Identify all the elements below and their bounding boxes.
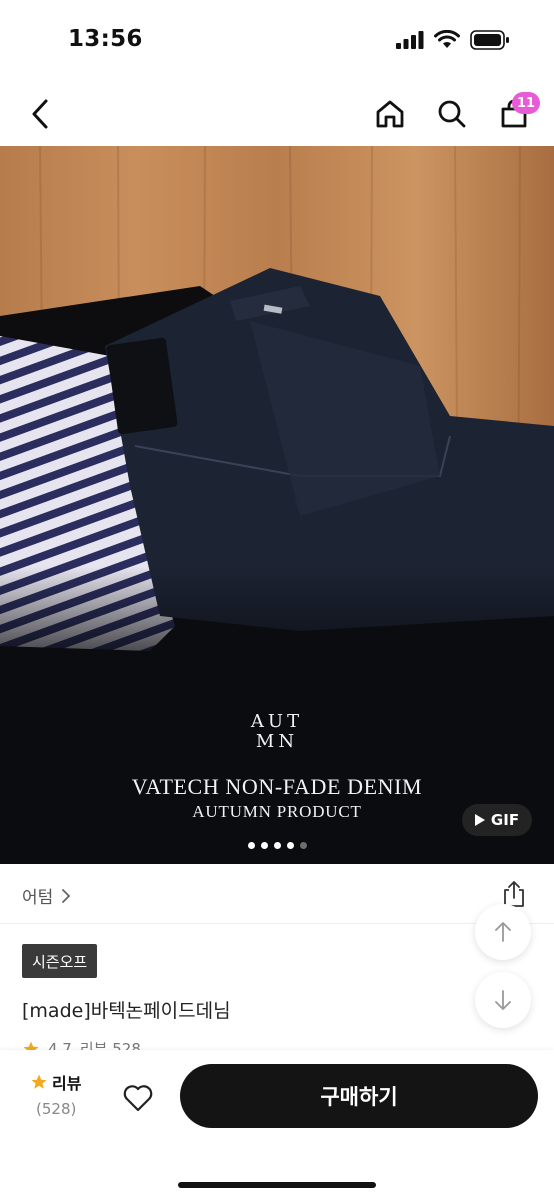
heart-icon xyxy=(123,1085,153,1112)
hero-title: VATECH NON-FADE DENIM xyxy=(131,774,423,799)
logo-text-bottom: MN xyxy=(255,731,299,752)
battery-icon xyxy=(470,30,509,50)
nav-bar xyxy=(0,84,554,144)
play-icon xyxy=(474,814,485,826)
product-hero-image[interactable]: AUT MN VATECH NON-FADE DENIM AUTUMN PROD… xyxy=(0,146,554,864)
carousel-dot-active[interactable] xyxy=(286,842,294,849)
status-icons xyxy=(396,30,510,50)
search-icon xyxy=(438,100,466,128)
gif-badge[interactable]: GIF xyxy=(462,804,532,836)
carousel-dot[interactable] xyxy=(273,842,281,849)
brand-row: 어텀 xyxy=(0,866,554,924)
review-label: 리뷰 xyxy=(52,1074,82,1093)
home-button[interactable] xyxy=(372,94,408,134)
scroll-up-button[interactable] xyxy=(475,904,531,960)
wifi-icon xyxy=(434,30,460,48)
hero-photo xyxy=(0,146,554,864)
home-icon xyxy=(376,100,404,128)
review-summary[interactable]: 리뷰 (528) xyxy=(30,1070,100,1118)
carousel-dot[interactable] xyxy=(247,842,255,849)
back-chevron-icon xyxy=(32,99,48,129)
status-bar: 13:56 xyxy=(0,0,554,80)
brand-link[interactable]: 어텀 xyxy=(22,883,71,908)
signal-icon xyxy=(396,31,424,49)
cart-count-badge: 11 xyxy=(512,92,541,114)
logo-text-top: AUT xyxy=(250,711,304,732)
scroll-down-button[interactable] xyxy=(475,972,531,1028)
bottom-action-bar: 리뷰 (528) 구매하기 xyxy=(0,1050,554,1200)
carousel-dot[interactable] xyxy=(260,842,268,849)
home-indicator xyxy=(178,1182,376,1188)
carousel-dots xyxy=(0,842,554,849)
brand-logo: AUT MN xyxy=(0,712,554,752)
back-button[interactable] xyxy=(22,94,58,134)
season-tag: 시즌오프 xyxy=(22,944,98,978)
arrow-up-icon xyxy=(495,922,511,942)
wishlist-button[interactable] xyxy=(118,1078,158,1118)
status-time: 13:56 xyxy=(68,26,143,52)
star-icon xyxy=(31,1074,47,1089)
buy-button[interactable]: 구매하기 xyxy=(180,1064,538,1128)
chevron-right-icon xyxy=(62,888,71,903)
review-label-row: 리뷰 xyxy=(30,1070,100,1094)
search-button[interactable] xyxy=(434,94,470,134)
review-count: (528) xyxy=(36,1100,77,1118)
carousel-dot[interactable] xyxy=(299,842,307,849)
brand-name: 어텀 xyxy=(22,888,54,908)
product-name: [made]바텍논페이드데님 xyxy=(22,1000,231,1022)
arrow-down-icon xyxy=(495,990,511,1010)
gif-label: GIF xyxy=(490,811,520,829)
